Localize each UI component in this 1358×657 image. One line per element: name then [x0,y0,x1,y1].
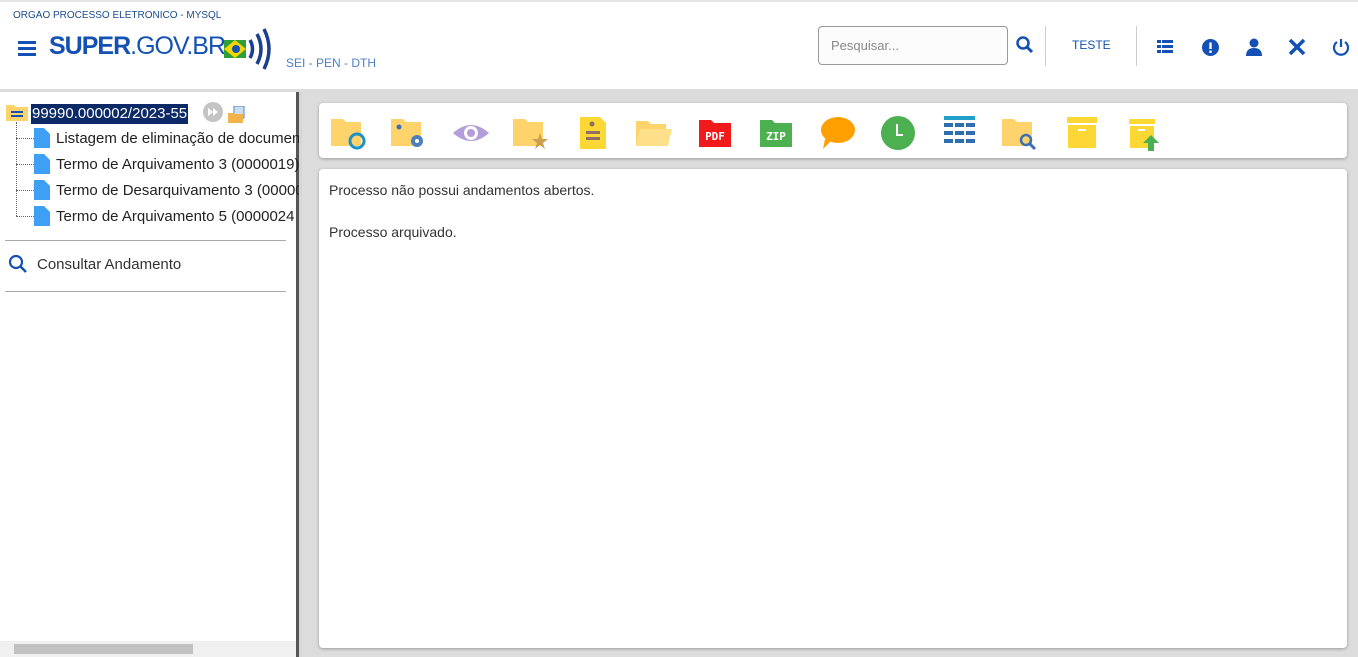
horizontal-scrollbar[interactable] [0,641,296,657]
comment-icon[interactable] [819,115,855,151]
documents-folder-icon[interactable] [228,106,246,124]
tree-document[interactable]: Termo de Arquivamento 3 (0000019) [16,153,299,175]
main-panel: PDF ZIP Processo não possui andamentos a… [302,92,1358,657]
process-tree-panel: 99990.000002/2023-55 Listagem de elimina… [0,92,304,657]
org-name: ORGAO PROCESSO ELETRONICO - MYSQL [13,10,222,21]
unarchive-icon[interactable] [1124,115,1160,151]
logo[interactable]: SUPER.GOV.BR [49,32,226,61]
fast-forward-icon[interactable] [203,102,223,122]
document-icon [34,128,50,148]
tree-document[interactable]: Termo de Arquivamento 5 (0000024 [16,205,294,227]
list-icon[interactable] [941,115,977,151]
document-icon [34,154,50,174]
process-status-panel: Processo não possui andamentos abertos. … [319,169,1347,648]
eye-icon[interactable] [453,115,489,151]
folder-star-icon[interactable] [513,115,549,151]
divider [1045,26,1046,66]
archive-icon[interactable] [1063,115,1099,151]
system-subtitle: SEI - PEN - DTH [286,56,377,70]
document-icon [34,180,50,200]
tools-icon[interactable] [1288,38,1306,56]
clock-icon[interactable] [880,115,916,151]
scrollbar-thumb[interactable] [14,644,193,654]
alert-icon[interactable] [1202,39,1219,56]
status-archived: Processo arquivado. [329,224,457,240]
tree-document[interactable]: Listagem de eliminação de documen [16,127,300,149]
consult-progress-link[interactable]: Consultar Andamento [8,254,181,274]
note-icon[interactable] [575,115,611,151]
process-folder-icon[interactable] [6,103,28,121]
search-icon [8,254,27,273]
status-open-progress: Processo não possui andamentos abertos. [329,182,595,198]
open-folder-icon[interactable] [636,115,672,151]
svg-text:PDF: PDF [705,130,725,143]
menu-icon[interactable] [18,41,36,56]
user-name[interactable]: TESTE [1072,38,1111,52]
user-icon[interactable] [1246,38,1262,56]
divider [1136,26,1137,66]
svg-text:ZIP: ZIP [766,130,786,143]
divider [5,291,286,292]
process-number[interactable]: 99990.000002/2023-55 [31,104,189,124]
search-icon[interactable] [1016,36,1034,54]
header: ORGAO PROCESSO ELETRONICO - MYSQL SUPER.… [0,0,1358,92]
tree-document[interactable]: Termo de Desarquivamento 3 (00000 [16,179,304,201]
folder-sync-icon[interactable] [331,115,367,151]
pdf-icon[interactable]: PDF [697,115,733,151]
list-icon[interactable] [1157,40,1173,54]
process-toolbar: PDF ZIP [319,103,1347,158]
power-icon[interactable] [1332,38,1350,56]
logo-mark-icon [224,28,271,70]
zip-icon[interactable]: ZIP [758,115,794,151]
divider [5,240,286,241]
folder-search-icon[interactable] [1002,115,1038,151]
document-icon [34,206,50,226]
folder-users-settings-icon[interactable] [391,115,427,151]
search-input[interactable] [818,26,1008,65]
